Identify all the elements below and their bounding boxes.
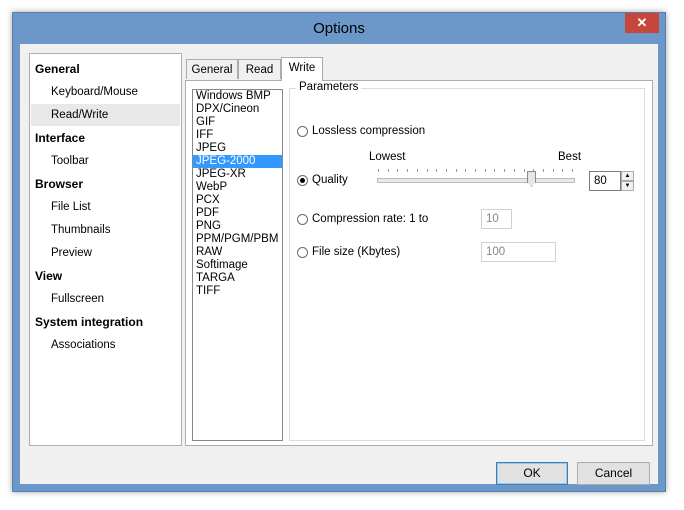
best-label: Best	[558, 151, 582, 163]
slider-tick	[542, 169, 544, 172]
lowest-label: Lowest	[369, 151, 406, 163]
quality-spinner[interactable]: ▲ ▼	[621, 171, 634, 191]
quality-value-input[interactable]: 80	[589, 171, 621, 191]
format-list-item[interactable]: WebP	[193, 181, 282, 194]
lossless-option[interactable]: Lossless compression	[297, 124, 425, 138]
slider-tick	[387, 169, 389, 172]
parameters-label: Parameters	[296, 81, 362, 93]
title-bar[interactable]: Options ✕	[13, 13, 665, 44]
format-list-item[interactable]: PNG	[193, 220, 282, 233]
spin-up-icon[interactable]: ▲	[621, 171, 634, 181]
slider-tick	[572, 169, 573, 172]
spin-down-icon[interactable]: ▼	[621, 181, 634, 191]
dialog-client: General Keyboard/Mouse Read/Write Interf…	[20, 44, 658, 485]
slider-tick	[378, 169, 379, 172]
slider-tick	[445, 169, 447, 172]
nav-group-view[interactable]: View	[35, 269, 62, 283]
format-list-item[interactable]: PPM/PGM/PBM	[193, 233, 282, 246]
nav-item-file-list[interactable]: File List	[31, 196, 180, 218]
slider-tick	[397, 169, 399, 172]
slider-tick	[455, 169, 457, 172]
slider-tick	[465, 169, 467, 172]
lossless-label: Lossless compression	[312, 125, 426, 137]
tab-read[interactable]: Read	[238, 59, 281, 79]
format-list-item[interactable]: TARGA	[193, 272, 282, 285]
slider-tick	[494, 169, 496, 172]
nav-item-fullscreen[interactable]: Fullscreen	[31, 288, 180, 310]
slider-tick	[523, 169, 525, 172]
compression-rate-label: Compression rate: 1 to	[312, 213, 429, 225]
format-list-item[interactable]: JPEG-2000	[193, 155, 282, 168]
parameters-group: Parameters Lossless compression Lowest B…	[289, 81, 645, 441]
slider-tick	[513, 169, 515, 172]
slider-tick	[436, 169, 438, 172]
nav-item-read-write[interactable]: Read/Write	[31, 104, 180, 126]
format-list-item[interactable]: PDF	[193, 207, 282, 220]
slider-tick	[407, 169, 409, 172]
quality-slider-thumb[interactable]	[527, 171, 536, 187]
slider-tick	[484, 169, 486, 172]
nav-group-interface[interactable]: Interface	[35, 131, 85, 145]
close-button[interactable]: ✕	[625, 13, 659, 33]
format-list-item[interactable]: Softimage	[193, 259, 282, 272]
quality-option[interactable]: Quality	[297, 173, 348, 187]
format-list-item[interactable]: Windows BMP	[193, 90, 282, 103]
slider-tick	[562, 169, 564, 172]
format-list-item[interactable]: IFF	[193, 129, 282, 142]
format-list-item[interactable]: DPX/Cineon	[193, 103, 282, 116]
format-list-item[interactable]: JPEG-XR	[193, 168, 282, 181]
format-list-item[interactable]: RAW	[193, 246, 282, 259]
nav-group-system-integration[interactable]: System integration	[35, 315, 143, 329]
tab-general[interactable]: General	[186, 59, 238, 79]
cancel-button[interactable]: Cancel	[577, 462, 650, 485]
compression-rate-input[interactable]: 10	[481, 209, 512, 229]
file-size-option[interactable]: File size (Kbytes)	[297, 245, 400, 259]
file-size-label: File size (Kbytes)	[312, 246, 401, 258]
options-window: Options ✕ General Keyboard/Mouse Read/Wr…	[12, 12, 666, 492]
format-list-item[interactable]: TIFF	[193, 285, 282, 298]
window-title: Options	[313, 20, 365, 37]
write-tab-panel: Windows BMP DPX/Cineon GIF IFF JPEG JPEG-2000…	[185, 80, 653, 446]
slider-tick	[475, 169, 476, 172]
slider-tick	[416, 169, 418, 172]
nav-item-keyboard-mouse[interactable]: Keyboard/Mouse	[31, 81, 180, 103]
quality-radio[interactable]	[297, 174, 308, 186]
format-list[interactable]: Windows BMP DPX/Cineon GIF IFF JPEG JPEG-2000…	[192, 89, 283, 441]
nav-item-associations[interactable]: Associations	[31, 334, 180, 356]
slider-tick	[426, 169, 428, 172]
compression-rate-radio[interactable]	[297, 213, 308, 225]
format-list-item[interactable]: PCX	[193, 194, 282, 207]
slider-tick	[504, 169, 506, 172]
nav-item-thumbnails[interactable]: Thumbnails	[31, 219, 180, 241]
nav-group-browser[interactable]: Browser	[35, 177, 83, 191]
tab-write[interactable]: Write	[281, 57, 323, 81]
compression-rate-option[interactable]: Compression rate: 1 to	[297, 212, 428, 226]
quality-slider-track[interactable]	[377, 178, 575, 183]
ok-button[interactable]: OK	[496, 462, 568, 485]
slider-tick	[552, 169, 554, 172]
format-list-item[interactable]: GIF	[193, 116, 282, 129]
file-size-input[interactable]: 100	[481, 242, 556, 262]
quality-label: Quality	[312, 174, 348, 186]
category-tree[interactable]: General Keyboard/Mouse Read/Write Interf…	[29, 53, 182, 446]
nav-group-general[interactable]: General	[35, 62, 80, 76]
lossless-radio[interactable]	[297, 125, 308, 137]
file-size-radio[interactable]	[297, 246, 308, 258]
format-list-item[interactable]: JPEG	[193, 142, 282, 155]
nav-item-toolbar[interactable]: Toolbar	[31, 150, 180, 172]
nav-item-preview[interactable]: Preview	[31, 242, 180, 264]
